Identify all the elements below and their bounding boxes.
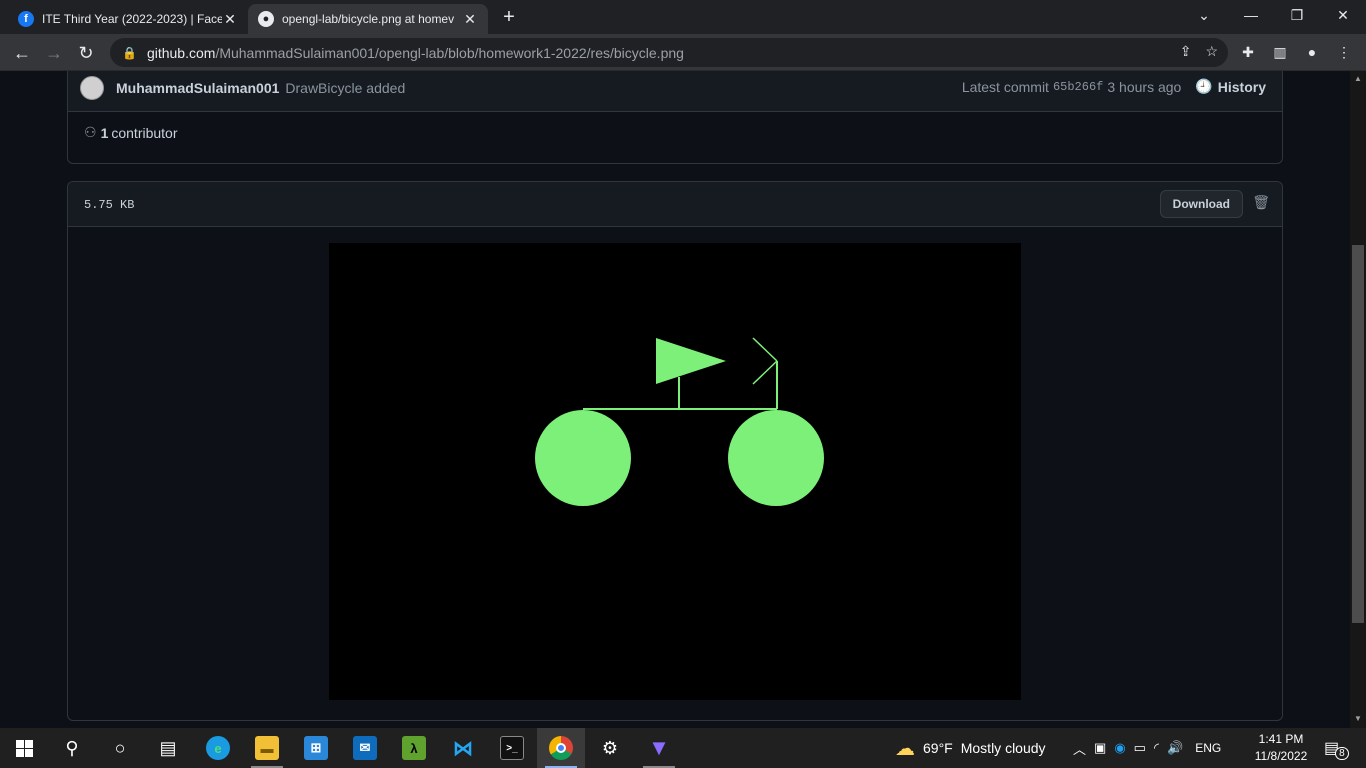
clock-date: 11/8/2022 [1254,749,1308,763]
browser-tab-strip: f ITE Third Year (2022-2023) | Facel ✕ ●… [0,0,1366,34]
tab-github[interactable]: ● opengl-lab/bicycle.png at homev ✕ [248,4,488,34]
history-icon: 🕘 [1195,78,1213,94]
task-view-icon[interactable]: ▤ [144,728,192,768]
image-background [329,243,1021,700]
back-icon[interactable]: ← [8,39,36,67]
commit-message[interactable]: DrawBicycle added [285,80,405,96]
start-windows-icon[interactable] [0,728,48,768]
network-adapter-icon[interactable]: ▣ [1094,740,1106,756]
vscode-icon[interactable]: ⋈ [439,728,487,768]
close-tab-icon[interactable]: ✕ [462,11,478,28]
battery-icon[interactable]: ▭ [1134,740,1146,756]
image-preview [329,243,1021,700]
restore-button[interactable]: ❐ [1274,0,1320,30]
contributor-count: 1 [100,124,109,141]
weather-widget[interactable]: ☁ 69°F Mostly cloudy [895,728,1046,768]
url-text: github.com/MuhammadSulaiman001/opengl-la… [146,44,684,61]
new-tab-button[interactable]: + [498,6,520,28]
chevron-up-icon[interactable]: ︿ [1073,739,1086,758]
commit-sha[interactable]: 65b266f [1053,80,1103,94]
windows-taskbar: ⚲ ○ ▤ e ▬ ⊞ ✉ λ ⋈ >_ ⚙ ▼ ☁ 69°F Mostly c… [0,728,1366,768]
extensions-icon[interactable]: ✚ [1238,42,1258,62]
notification-center[interactable]: ▤ 8 [1324,728,1349,768]
history-link[interactable]: 🕘 History [1195,78,1266,95]
clock[interactable]: 1:41 PM 11/8/2022 [1252,731,1310,765]
github-icon: ● [258,11,274,27]
bicycle-drawing [329,243,1021,700]
scroll-down-icon[interactable]: ▼ [1352,714,1364,726]
weather-desc: Mostly cloudy [960,740,1046,756]
avatar[interactable] [80,75,104,100]
close-tab-icon[interactable]: ✕ [222,11,238,28]
contributor-label: contributor [111,124,178,141]
bookmark-star-icon[interactable]: ☆ [1205,43,1218,60]
download-button[interactable]: Download [1159,190,1243,218]
contributors-link[interactable]: ⚇ 1 contributor [84,124,178,141]
notification-count: 8 [1335,746,1349,760]
history-label: History [1217,78,1266,95]
side-panel-icon[interactable]: ▥ [1270,42,1290,62]
facebook-icon: f [18,11,34,27]
commit-meta: Latest commit 65b266f 3 hours ago 🕘 Hist… [962,78,1266,95]
forward-icon[interactable]: → [40,39,68,67]
tab-facebook[interactable]: f ITE Third Year (2022-2023) | Facel ✕ [8,4,248,34]
cortana-icon[interactable]: ○ [96,728,144,768]
clock-time: 1:41 PM [1258,732,1304,746]
file-header: 5.75 KB Download 🗑 [68,182,1282,227]
menu-kebab-icon[interactable]: ⋮ [1334,42,1354,62]
settings-gear-icon[interactable]: ⚙ [586,728,634,768]
github-blob-page: MuhammadSulaiman001 DrawBicycle added La… [0,71,1350,728]
scrollbar-thumb[interactable] [1352,245,1364,623]
chrome-icon[interactable] [537,728,585,768]
lambda-app-icon[interactable]: λ [390,728,438,768]
vpn-app-icon[interactable]: ▼ [635,728,683,768]
profile-icon[interactable]: ● [1302,42,1322,62]
weather-temp: 69°F [923,740,953,756]
tab-search-icon[interactable]: ⌄ [1181,0,1227,30]
file-box: 5.75 KB Download 🗑 [67,181,1283,721]
mail-icon[interactable]: ✉ [341,728,389,768]
tab-title: ITE Third Year (2022-2023) | Facel [42,12,222,26]
close-window-button[interactable]: ✕ [1320,0,1366,30]
share-icon[interactable]: ⇪ [1180,43,1192,60]
wifi-icon[interactable]: ◜ [1154,740,1159,756]
tab-title: opengl-lab/bicycle.png at homev [282,12,455,26]
file-size: 5.75 KB [84,198,135,212]
ms-store-icon[interactable]: ⊞ [292,728,340,768]
commit-author[interactable]: MuhammadSulaiman001 [116,80,279,96]
app-tray-icon[interactable]: ◉ [1114,740,1125,756]
terminal-icon[interactable]: >_ [488,728,536,768]
system-tray: ︿ ▣ ◉ ▭ ◜ 🔊 ENG [1073,728,1221,768]
commit-time: 3 hours ago [1107,78,1182,95]
latest-commit-row: MuhammadSulaiman001 DrawBicycle added La… [68,71,1282,112]
lock-icon: 🔒 [122,45,137,60]
browser-toolbar: ← → ↻ 🔒 github.com/MuhammadSulaiman001/o… [0,34,1366,71]
edge-icon[interactable]: e [194,728,242,768]
scroll-up-icon[interactable]: ▲ [1352,74,1364,86]
file-explorer-icon[interactable]: ▬ [243,728,291,768]
rear-wheel [535,410,631,506]
search-icon[interactable]: ⚲ [48,728,96,768]
front-wheel [728,410,824,506]
volume-icon[interactable]: 🔊 [1167,740,1183,756]
commit-box: MuhammadSulaiman001 DrawBicycle added La… [67,71,1283,164]
cloud-sun-icon: ☁ [895,737,915,760]
people-icon: ⚇ [84,124,97,140]
latest-commit-label: Latest commit [961,78,1049,95]
trash-icon[interactable]: 🗑 [1252,194,1270,211]
minimize-button[interactable]: — [1228,0,1274,30]
address-bar[interactable]: 🔒 github.com/MuhammadSulaiman001/opengl-… [110,38,1228,67]
reload-icon[interactable]: ↻ [72,39,100,67]
language-indicator[interactable]: ENG [1195,741,1221,755]
